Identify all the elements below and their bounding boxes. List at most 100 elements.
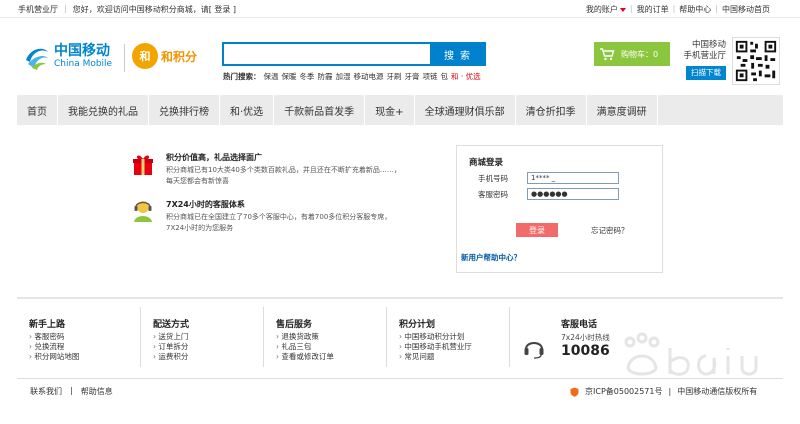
footer-col-delivery: 配送方式 送货上门 订单拆分 运费积分 [141, 303, 189, 371]
customer-service-icon [134, 201, 152, 222]
hot-search-word-highlight[interactable]: 和 · 优选 [451, 71, 481, 82]
hot-search-word[interactable]: 保温 [264, 71, 279, 82]
scan-download-button[interactable]: 扫描下载 [686, 65, 726, 81]
divider: | [672, 4, 676, 13]
divider: | [70, 386, 73, 395]
feature-desc: 积分商城已有10大类40多个类数百款礼品，并且还在不断扩充着新品……， [166, 166, 401, 174]
footer-link[interactable]: 中国移动积分计划 [399, 332, 472, 342]
hot-search-word[interactable]: 防霾 [318, 71, 333, 82]
hot-searches: 热门搜索： 保温 保暖 冬季 防霾 加湿 移动电源 牙刷 牙膏 项链 包 和 ·… [223, 71, 481, 82]
footer-link[interactable]: 运费积分 [153, 352, 189, 362]
forgot-password-link[interactable]: 忘记密码？ [591, 225, 629, 236]
phone-label: 手机号码 [478, 174, 508, 183]
hejifen-logo[interactable]: 和 和积分 [132, 43, 197, 69]
mobile-hall-line1: 中国移动 [691, 40, 726, 50]
login-button[interactable]: 登录 [516, 223, 558, 237]
hotline-number: 10086 [561, 343, 610, 359]
search-box: 搜索 [222, 42, 486, 66]
hejifen-badge-icon: 和 [132, 43, 158, 69]
footer-col-newbie: 新手上路 客服密码 兑换流程 积分网站地图 [17, 303, 79, 371]
logo-divider [124, 44, 125, 72]
china-mobile-logo[interactable]: 中国移动 China Mobile [22, 42, 112, 72]
my-orders-link[interactable]: 我的订单 [637, 4, 669, 15]
nav-item-ranking[interactable]: 兑换排行榜 [149, 95, 220, 125]
customer-hotline: 客服电话 7x24小时热线 10086 [521, 303, 610, 359]
divider [509, 307, 510, 367]
nav-item-gotone-club[interactable]: 全球通理财俱乐部 [415, 95, 516, 125]
hot-search-label: 热门搜索： [223, 72, 261, 81]
top-bar: 手机营业厅 | 您好，欢迎访问中国移动积分商城，请[ 登录 ] 我的账户 | 我… [0, 0, 800, 18]
china-mobile-home-link[interactable]: 中国移动首页 [722, 4, 770, 15]
feature-gifts: 积分价值高，礼品选择面广 积分商城已有10大类40多个类数百款礼品，并且还在不断… [132, 152, 401, 186]
cart-icon [600, 48, 615, 61]
china-mobile-logo-icon [26, 48, 48, 70]
footer-link[interactable]: 中国移动手机营业厅 [399, 342, 472, 352]
bottom-links: 联系我们 | 帮助信息 [30, 386, 113, 397]
divider: | [668, 387, 672, 396]
search-input[interactable] [224, 44, 430, 64]
feature-service: 7X24小时的客服体系 积分商城已在全国建立了70多个客服中心，有着700多位积… [132, 199, 391, 233]
footer-link[interactable]: 送货上门 [153, 332, 189, 342]
nav-item-home[interactable]: 首页 [17, 95, 58, 125]
hot-search-word[interactable]: 项链 [423, 71, 438, 82]
mobile-hall-line2: 手机营业厅 [683, 51, 726, 62]
nav-item-new-products[interactable]: 千款新品首发季 [274, 95, 366, 125]
footer-col-title: 售后服务 [276, 320, 313, 330]
feature-desc: 每天您都会有新惊喜 [166, 176, 229, 185]
top-bar-left: 手机营业厅 | 您好，欢迎访问中国移动积分商城，请[ 登录 ] [18, 4, 236, 15]
nav-item-satisfaction-survey[interactable]: 满意度调研 [587, 95, 658, 125]
hot-search-word[interactable]: 加湿 [336, 71, 351, 82]
china-mobile-logo-text: 中国移动 China Mobile [54, 43, 113, 69]
password-label: 客服密码 [478, 190, 508, 199]
new-user-help-link[interactable]: 新用户帮助中心？ [461, 252, 521, 263]
feature-gifts-text: 积分价值高，礼品选择面广 积分商城已有10大类40多个类数百款礼品，并且还在不断… [166, 152, 401, 186]
divider: | [64, 4, 67, 13]
hejifen-text: 和积分 [161, 49, 198, 64]
hot-search-word[interactable]: 保暖 [282, 71, 297, 82]
hot-search-word[interactable]: 包 [441, 71, 449, 82]
welcome-login-link[interactable]: 您好，欢迎访问中国移动积分商城，请[ 登录 ] [73, 4, 236, 15]
nav-item-he-youxuan[interactable]: 和·优选 [220, 95, 275, 125]
hot-search-word[interactable]: 牙膏 [405, 71, 420, 82]
nav-item-cash-plus[interactable]: 现金+ [365, 95, 415, 125]
baidu-watermark-icon [624, 332, 758, 376]
footer-link[interactable]: 礼品三包 [276, 342, 334, 352]
hall-link[interactable]: 手机营业厅 [18, 4, 58, 15]
contact-us-link[interactable]: 联系我们 [30, 386, 62, 397]
nav-item-redeemable-gifts[interactable]: 我能兑换的礼品 [58, 95, 149, 125]
hot-search-word[interactable]: 牙刷 [387, 71, 402, 82]
help-center-link[interactable]: 帮助中心 [679, 4, 711, 15]
footer-link[interactable]: 订单拆分 [153, 342, 189, 352]
my-account-link[interactable]: 我的账户 [586, 4, 626, 15]
hotline-subtitle: 7x24小时热线 [561, 333, 610, 342]
feature-title: 积分价值高，礼品选择面广 [166, 153, 262, 162]
cart-button[interactable]: 购物车：0 [594, 42, 670, 66]
footer-col-title: 新手上路 [29, 320, 66, 330]
hot-search-word[interactable]: 移动电源 [354, 71, 384, 82]
china-mobile-en: China Mobile [54, 58, 113, 69]
china-mobile-cn: 中国移动 [54, 43, 110, 60]
password-input[interactable]: ●●●●●● [527, 188, 619, 200]
footer-link[interactable]: 退换货政策 [276, 332, 334, 342]
help-info-link[interactable]: 帮助信息 [81, 386, 113, 397]
search-button[interactable]: 搜索 [430, 44, 484, 64]
footer-link[interactable]: 查看或修改订单 [276, 352, 334, 362]
footer-col-aftersale: 售后服务 退换货政策 礼品三包 查看或修改订单 [264, 303, 334, 371]
footer-link[interactable]: 兑换流程 [29, 342, 79, 352]
nav-item-clearance[interactable]: 清仓折扣季 [516, 95, 587, 125]
shield-icon [570, 387, 579, 397]
footer-link[interactable]: 常见问题 [399, 352, 472, 362]
top-bar-right: 我的账户 | 我的订单 | 帮助中心 | 中国移动首页 [586, 4, 770, 15]
hot-search-word[interactable]: 冬季 [300, 71, 315, 82]
main-nav: 首页 我能兑换的礼品 兑换排行榜 和·优选 千款新品首发季 现金+ 全球通理财俱… [17, 95, 783, 125]
hotline-title: 客服电话 [561, 320, 598, 330]
footer-link[interactable]: 客服密码 [29, 332, 79, 342]
footer-col-title: 积分计划 [399, 320, 436, 330]
footer-link[interactable]: 积分网站地图 [29, 352, 79, 362]
phone-input[interactable]: 1**** _ [527, 172, 619, 184]
caret-down-icon [619, 7, 626, 12]
mobile-hall-promo: 中国移动 手机营业厅 扫描下载 [682, 40, 726, 81]
feature-desc: 7X24小时的为您服务 [166, 223, 234, 232]
footer-col-title: 配送方式 [153, 320, 190, 330]
gift-icon [133, 155, 153, 175]
